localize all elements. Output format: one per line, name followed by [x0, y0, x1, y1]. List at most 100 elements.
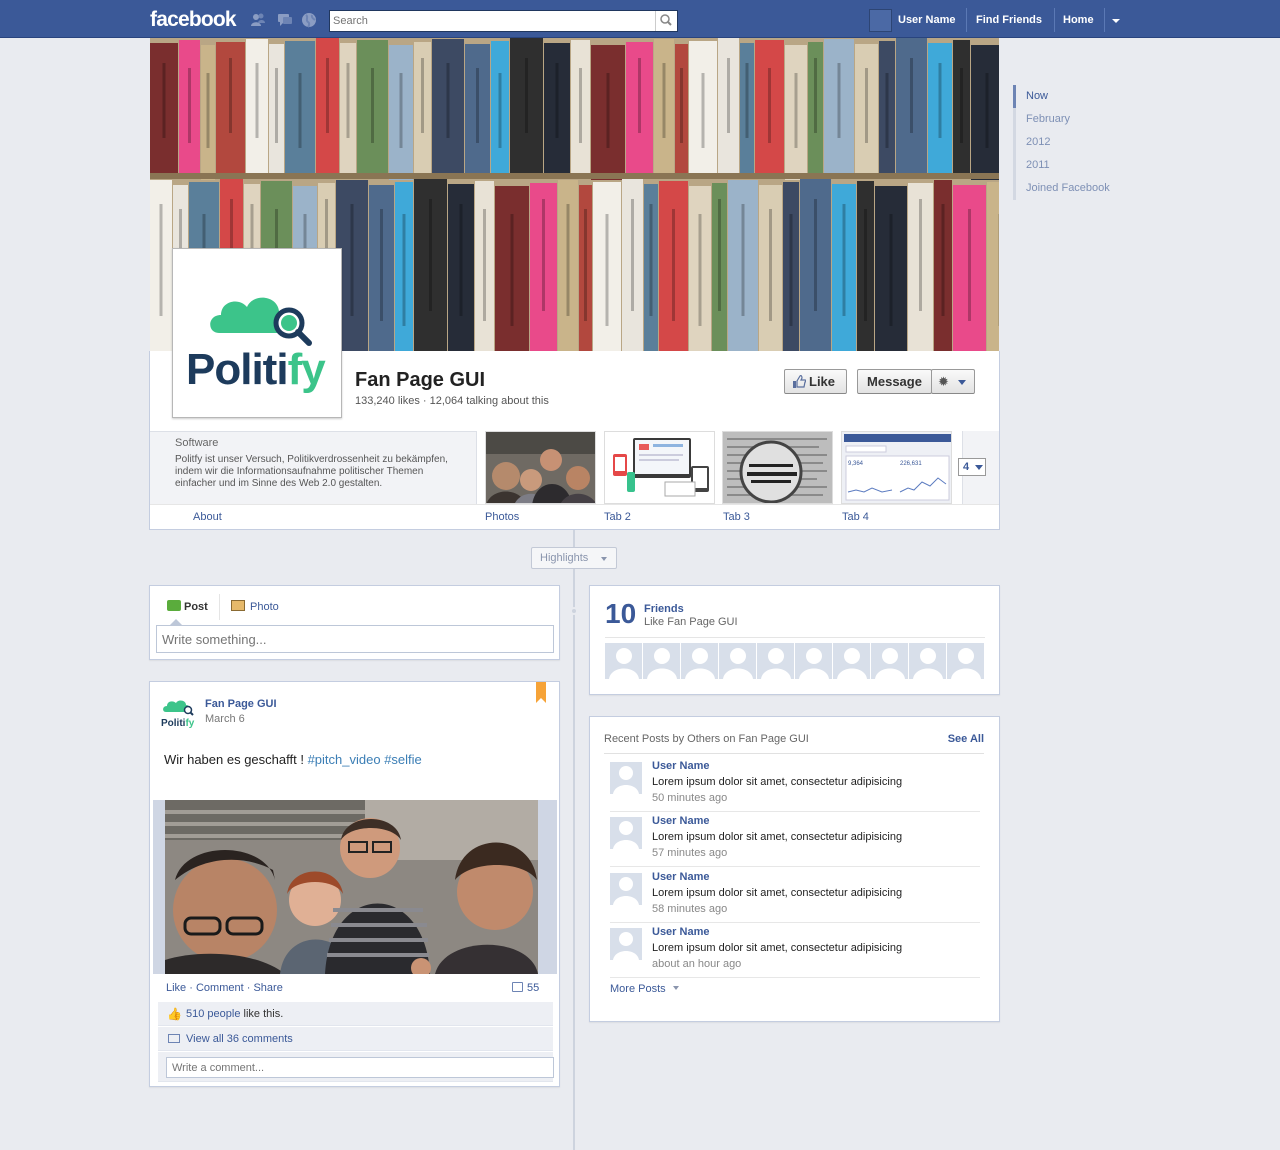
divider	[219, 594, 220, 620]
tab-photo-label: Photo	[250, 601, 279, 613]
friend-avatar[interactable]	[643, 643, 681, 679]
post-author-name[interactable]: Fan Page GUI	[205, 698, 277, 710]
tab-4[interactable]: Tab 4	[842, 511, 869, 523]
divider	[966, 8, 967, 32]
like-button[interactable]: Like	[784, 369, 847, 394]
tab-photo[interactable]: Photo	[231, 600, 279, 613]
comment-count-link[interactable]: 55	[512, 982, 539, 994]
divider	[150, 504, 999, 505]
post-comment-link[interactable]: Comment	[196, 982, 244, 994]
recent-post-author[interactable]: User Name	[652, 760, 709, 772]
post-date[interactable]: March 6	[205, 713, 245, 725]
friend-avatar[interactable]	[605, 643, 643, 679]
friend-avatar[interactable]	[947, 643, 985, 679]
user-name-link[interactable]: User Name	[898, 14, 955, 26]
post-composer: Post Photo	[149, 585, 560, 660]
likes-count-link[interactable]: 510 people	[186, 1008, 240, 1020]
post-like-link[interactable]: Like	[166, 982, 186, 994]
recent-post-time[interactable]: 50 minutes ago	[652, 792, 727, 804]
highlight-ribbon-icon[interactable]	[536, 682, 546, 703]
top-bar: facebook User Name Find Friends Home	[0, 0, 1280, 38]
photos-thumbnail[interactable]	[485, 431, 596, 504]
home-link[interactable]: Home	[1063, 14, 1094, 26]
more-posts-link[interactable]: More Posts	[610, 983, 679, 995]
recent-post-time[interactable]: 57 minutes ago	[652, 847, 727, 859]
like-button-label: Like	[809, 374, 836, 389]
composer-input[interactable]	[156, 625, 554, 653]
friends-count[interactable]: 10	[605, 598, 636, 630]
view-all-comments-link[interactable]: View all 36 comments	[186, 1033, 293, 1045]
recent-post-time[interactable]: 58 minutes ago	[652, 903, 727, 915]
recent-post-item[interactable]: User Name Lorem ipsum dolor sit amet, co…	[610, 757, 980, 812]
user-avatar[interactable]	[610, 817, 642, 849]
tab-photos[interactable]: Photos	[485, 511, 519, 523]
timeline-item-2011[interactable]: 2011	[1013, 154, 1133, 177]
recent-post-item[interactable]: User Name Lorem ipsum dolor sit amet, co…	[610, 868, 980, 923]
recent-post-author[interactable]: User Name	[652, 815, 709, 827]
tab-2-thumbnail[interactable]	[604, 431, 715, 504]
post-author-avatar[interactable]: Politify	[160, 696, 198, 729]
search-field[interactable]	[329, 10, 678, 32]
user-avatar[interactable]	[869, 9, 892, 32]
profile-picture[interactable]: Politify	[172, 248, 342, 418]
svg-text:9,364: 9,364	[848, 461, 864, 467]
post-body: Wir haben es geschafft !	[164, 752, 304, 767]
thumbs-up-icon	[793, 375, 806, 388]
friend-avatar[interactable]	[681, 643, 719, 679]
about-link[interactable]: About	[193, 511, 222, 523]
recent-posts-box: Recent Posts by Others on Fan Page GUI S…	[589, 716, 1000, 1022]
page-options-button[interactable]: ✹	[931, 369, 975, 394]
user-avatar[interactable]	[610, 873, 642, 905]
recent-post-time[interactable]: about an hour ago	[652, 958, 741, 970]
likes-summary: 👍 510 people like this.	[158, 1002, 553, 1026]
timeline-item-2012[interactable]: 2012	[1013, 131, 1133, 154]
friend-avatar[interactable]	[795, 643, 833, 679]
comment-input[interactable]	[166, 1057, 554, 1078]
messages-icon[interactable]	[277, 12, 293, 28]
search-button[interactable]	[655, 11, 677, 31]
friend-avatar[interactable]	[719, 643, 757, 679]
tab-3[interactable]: Tab 3	[723, 511, 750, 523]
account-menu-chevron-icon[interactable]	[1112, 19, 1120, 23]
comment-count: 55	[527, 982, 540, 994]
friend-avatar[interactable]	[909, 643, 947, 679]
tab-post[interactable]: Post	[167, 600, 208, 613]
comments-icon	[168, 1034, 180, 1043]
post-hashtags[interactable]: #pitch_video #selfie	[308, 752, 422, 767]
recent-post-item[interactable]: User Name Lorem ipsum dolor sit amet, co…	[610, 923, 980, 978]
page-title[interactable]: Fan Page GUI	[355, 369, 485, 392]
photo-icon	[231, 600, 245, 611]
find-friends-link[interactable]: Find Friends	[976, 14, 1042, 26]
friend-avatar[interactable]	[833, 643, 871, 679]
tab-3-thumbnail[interactable]	[722, 431, 833, 504]
friend-avatar[interactable]	[871, 643, 909, 679]
recent-post-author[interactable]: User Name	[652, 871, 709, 883]
recent-post-item[interactable]: User Name Lorem ipsum dolor sit amet, co…	[610, 812, 980, 867]
recent-post-author[interactable]: User Name	[652, 926, 709, 938]
message-button[interactable]: Message	[857, 369, 932, 394]
user-avatar[interactable]	[610, 762, 642, 794]
friend-avatar[interactable]	[757, 643, 795, 679]
friend-avatar-grid	[605, 643, 985, 679]
notifications-globe-icon[interactable]	[301, 12, 317, 28]
search-input[interactable]	[333, 13, 653, 29]
see-all-link[interactable]: See All	[948, 733, 984, 745]
timeline-item-now[interactable]: Now	[1013, 85, 1133, 108]
facebook-logo[interactable]: facebook	[150, 8, 237, 32]
friends-title[interactable]: Friends	[644, 603, 684, 615]
timeline-item-february[interactable]: February	[1013, 108, 1133, 131]
post-photo[interactable]	[165, 800, 538, 974]
highlights-dropdown[interactable]: Highlights	[531, 547, 617, 569]
user-avatar[interactable]	[610, 928, 642, 960]
apps-more-dropdown[interactable]: 4	[958, 458, 986, 476]
tab-2[interactable]: Tab 2	[604, 511, 631, 523]
timeline-item-joined[interactable]: Joined Facebook	[1013, 177, 1133, 200]
tab-4-thumbnail[interactable]: 9,364 226,631	[841, 431, 952, 504]
chevron-down-icon	[975, 465, 983, 470]
page-description: Politfy ist unser Versuch, Politikverdro…	[175, 454, 448, 489]
view-comments-row[interactable]: View all 36 comments	[158, 1027, 553, 1051]
page-stats: 133,240 likes · 12,064 talking about thi…	[355, 395, 549, 407]
friend-requests-icon[interactable]	[250, 12, 266, 28]
page-category: Software	[175, 437, 219, 449]
post-share-link[interactable]: Share	[253, 982, 282, 994]
